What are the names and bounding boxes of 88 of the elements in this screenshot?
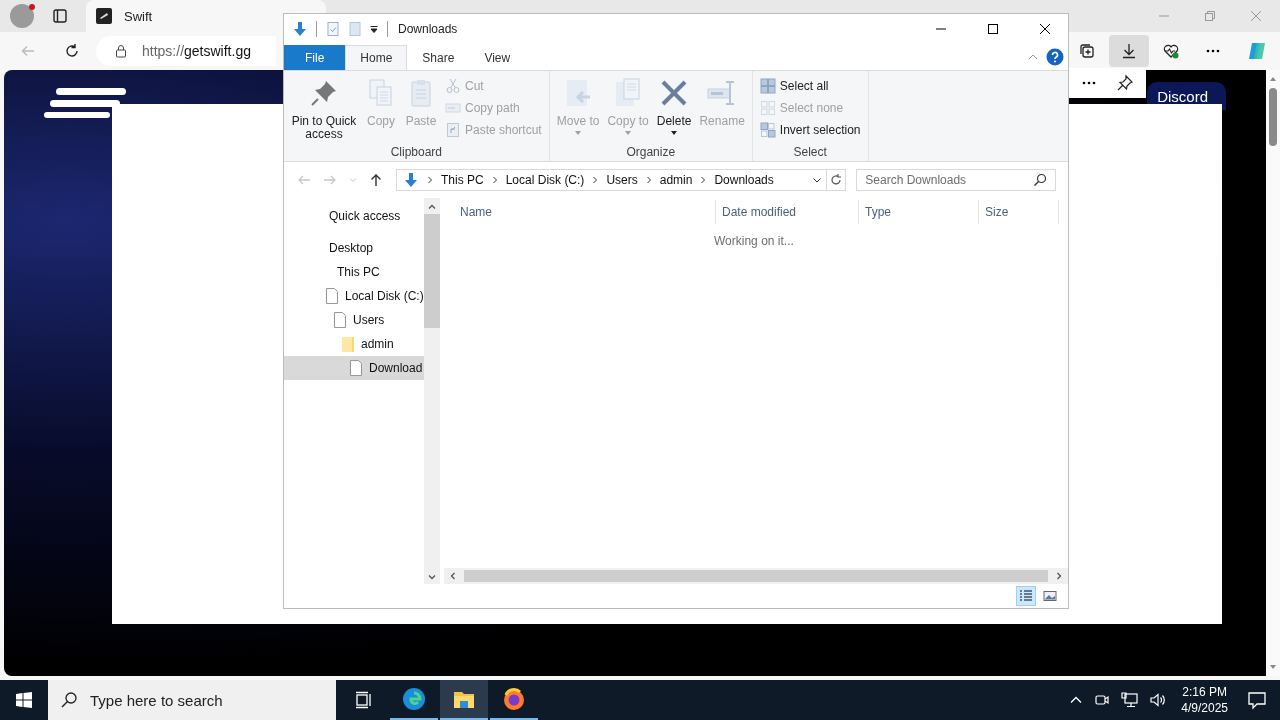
column-header[interactable]: Size <box>979 200 1059 224</box>
breadcrumb-item[interactable]: This PC <box>441 173 484 187</box>
chevron-icon[interactable] <box>645 175 652 185</box>
nav-tree-item[interactable]: admin <box>284 332 424 356</box>
chevron-icon[interactable] <box>592 175 599 185</box>
clock-date[interactable]: 4/9/2025 <box>1181 700 1228 716</box>
download-arrow-icon <box>403 172 419 188</box>
scroll-thumb[interactable] <box>424 214 440 328</box>
scroll-down-icon[interactable] <box>427 572 437 582</box>
page-icon <box>326 288 338 304</box>
search-field[interactable]: Search Downloads <box>856 169 1056 191</box>
ribbon-tab[interactable]: Home <box>345 45 408 70</box>
breadcrumb-item[interactable]: Downloads <box>714 173 774 187</box>
fox-globe-icon[interactable] <box>502 687 526 711</box>
chevron-icon[interactable] <box>427 175 433 185</box>
downloads-button[interactable] <box>1109 35 1149 67</box>
scroll-left-icon[interactable] <box>448 571 458 581</box>
nav-tree-item[interactable]: Local Disk (C:) <box>284 284 424 308</box>
caret-icon[interactable] <box>670 130 679 136</box>
pin-icon[interactable] <box>1116 74 1134 92</box>
group-label: Organize <box>625 145 677 161</box>
lock-icon <box>114 44 128 58</box>
scroll-right-icon[interactable] <box>1054 571 1064 581</box>
close-icon[interactable] <box>1040 24 1050 34</box>
file-menu-tab[interactable]: File <box>284 45 346 70</box>
breadcrumb-item[interactable]: Users <box>606 173 638 187</box>
task-view-icon[interactable] <box>355 691 373 709</box>
browser-icon[interactable] <box>402 687 426 711</box>
properties-icon[interactable] <box>325 21 341 37</box>
copilot-icon[interactable] <box>1246 40 1268 62</box>
download-icon[interactable] <box>1120 42 1138 60</box>
favicon-icon <box>96 8 112 24</box>
help-icon[interactable] <box>1046 48 1064 66</box>
clock-time[interactable]: 2:16 PM <box>1182 684 1227 700</box>
group-label: Clipboard <box>389 145 444 161</box>
nav-tree-item[interactable]: Quick access <box>284 204 424 228</box>
browser-tab[interactable]: Swift <box>86 0 326 32</box>
column-header[interactable]: Date modified <box>716 200 859 224</box>
invert-selection-icon[interactable] <box>759 122 776 138</box>
address-bar[interactable]: https://getswift.gg <box>96 36 276 66</box>
breadcrumb-item[interactable]: admin <box>659 173 693 187</box>
window-title: Downloads <box>398 22 458 36</box>
nav-tree-item[interactable]: This PC <box>284 260 424 284</box>
file-explorer-taskbar-button[interactable] <box>440 680 488 720</box>
scrollbar[interactable] <box>444 568 1068 584</box>
page-icon <box>350 360 362 376</box>
reload-icon[interactable] <box>64 43 80 59</box>
restore-icon[interactable] <box>1204 10 1216 22</box>
ribbon-button[interactable]: Pin to Quick access <box>288 75 360 145</box>
profile-avatar[interactable] <box>10 4 34 28</box>
scroll-up-icon[interactable] <box>427 202 437 212</box>
scroll-thumb[interactable] <box>1269 88 1277 146</box>
ribbon-tab[interactable]: View <box>469 45 526 70</box>
ribbon-button[interactable]: Delete <box>653 75 695 145</box>
volume-icon[interactable] <box>1149 691 1168 709</box>
page-icon <box>334 312 346 328</box>
group-label: Select <box>792 145 828 161</box>
chevron-icon[interactable] <box>491 175 498 185</box>
nav-tree-item[interactable]: Users <box>284 308 424 332</box>
taskbar-search-field[interactable]: Type here to search <box>48 680 336 720</box>
notifications-icon[interactable] <box>1246 689 1268 711</box>
breadcrumb-item[interactable]: Local Disk (C:) <box>505 173 585 187</box>
ribbon-tab[interactable]: Share <box>407 45 470 70</box>
column-header[interactable]: Name <box>440 200 716 224</box>
heart-pulse-icon[interactable] <box>1162 42 1180 60</box>
search-icon <box>60 691 78 709</box>
status-text: Working on it... <box>714 234 794 248</box>
tab-actions-icon[interactable] <box>52 8 68 24</box>
maximize-icon[interactable] <box>988 24 998 34</box>
collections-icon[interactable] <box>1078 42 1096 60</box>
download-arrow-icon[interactable] <box>292 21 308 37</box>
chevron-icon[interactable] <box>700 175 707 185</box>
ribbon-button[interactable]: Select all <box>756 77 864 95</box>
select-all-icon[interactable] <box>759 78 776 94</box>
collapse-ribbon-icon[interactable] <box>1028 52 1038 62</box>
scrollbar[interactable] <box>424 198 440 584</box>
search-icon <box>1033 173 1047 187</box>
dropdown-icon[interactable] <box>369 24 379 34</box>
nav-tree-item[interactable]: Download <box>284 356 424 380</box>
network-icon[interactable] <box>1121 691 1140 709</box>
column-header[interactable]: Type <box>859 200 979 224</box>
folder-icon <box>342 336 354 352</box>
ribbon-button[interactable]: Invert selection <box>756 121 864 139</box>
address-field[interactable]: This PC Local Disk (C:) Users admin Downloads <box>396 169 827 191</box>
nav-tree-item[interactable]: Desktop <box>284 236 424 260</box>
dropdown-icon[interactable] <box>811 175 822 185</box>
start-icon[interactable] <box>16 692 32 708</box>
scroll-thumb[interactable] <box>464 570 1048 582</box>
